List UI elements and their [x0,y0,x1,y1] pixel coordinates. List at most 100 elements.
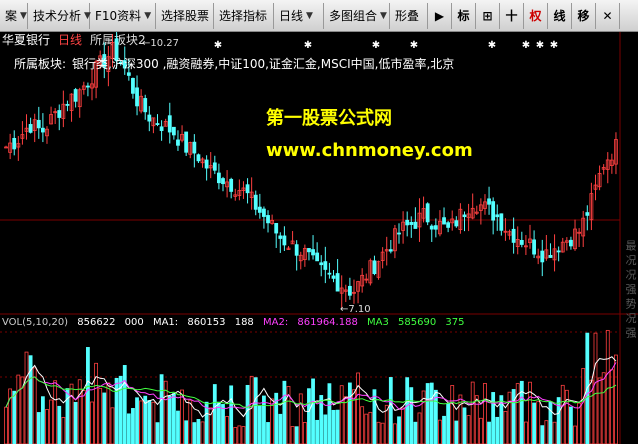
volume-value-suffix: 000 [124,317,144,328]
candle-body [257,206,262,213]
volume-bar [597,377,602,444]
candle-body [196,154,201,162]
candle-body [331,275,336,279]
candlestick-chart[interactable]: ✱ ✱ ✱ ✱ ✱ ✱ ✱ ✱ [0,32,638,444]
ma2-value: 861964.188 [297,317,358,328]
volume-bar [196,419,201,444]
volume-bar [438,419,442,444]
candle-body [135,87,139,107]
volume-bar [478,417,483,444]
candle-body [28,124,33,133]
candle-body [556,250,561,253]
toolbar-item-3[interactable]: 选择股票 [156,2,214,29]
volume-bar [24,351,29,444]
candle-body [131,77,135,94]
volume-bar [253,377,258,444]
candle-body [253,194,258,210]
volume-bar [45,409,49,444]
volume-bar [470,381,475,444]
volume-bar [609,369,614,444]
candle-body [126,72,131,76]
toolbar-item-7[interactable]: 形叠 [390,2,428,29]
volume-bar [462,407,467,444]
volume-bar [376,421,381,444]
volume-bar [49,399,53,444]
candle-body [405,219,410,226]
candle-body [171,126,176,136]
play-button[interactable]: ▶ [428,2,452,29]
volume-bar [61,417,66,444]
rights-button[interactable]: 权 [524,2,548,29]
volume-bar [86,347,90,444]
volume-bar [65,388,70,444]
volume-bar [241,426,246,444]
volume-bar [155,422,160,444]
event-star-icon: ✱ [488,40,496,51]
candle-body [184,131,189,153]
candle-body [519,239,524,245]
volume-bar [339,385,344,444]
volume-bar [491,392,496,444]
grid-button[interactable]: ⊞ [476,2,500,29]
volume-bar [298,393,303,444]
crosshair-button[interactable]: 十 [500,2,524,29]
candle-body [12,137,17,150]
candle-body [192,141,197,154]
volume-bar [405,377,410,444]
candle-body [388,249,393,252]
volume-bar [73,401,78,444]
toolbar-item-label: 形叠 [395,9,420,23]
volume-header: VOL(5,10,20) 856622 000 MA1: 860153 188 … [2,317,471,328]
volume-bar [536,401,541,444]
candle-body [409,221,414,225]
caret-down-icon: ▼ [380,10,387,21]
ma1-suffix: 188 [234,317,254,328]
volume-bar [139,400,144,444]
toolbar-item-2[interactable]: F10资料 ▼ [90,2,156,29]
volume-bar [53,380,58,444]
ma3-suffix: 375 [445,317,465,328]
volume-bar [372,389,377,444]
volume-value: 856622 [77,317,116,328]
event-star-icon: ✱ [410,40,418,51]
volume-bar [548,401,553,444]
toolbar-item-label: 技术分析 [33,9,82,23]
mark-button[interactable]: 标 [452,2,476,29]
volume-bar [266,422,270,444]
event-star-icon: ✱ [304,40,312,51]
volume-bar [524,421,528,444]
line-button[interactable]: 线 [548,2,572,29]
volume-bar [212,384,217,444]
volume-bar [110,407,115,444]
volume-bar [569,406,573,444]
close-button[interactable]: ✕ [596,2,620,29]
candle-body [315,252,320,262]
volume-bar [335,409,340,444]
volume-bar [114,377,119,444]
toolbar-item-4[interactable]: 选择指标 [214,2,274,29]
volume-bar [401,407,406,444]
candle-body [413,221,418,229]
ma1-value: 860153 [187,317,226,328]
toolbar-item-5[interactable]: 日线 ▼ [274,2,324,29]
volume-bar [593,332,598,444]
candle-body [57,110,62,118]
volume-bar [131,408,135,444]
volume-bar [388,377,393,444]
candle-body [266,215,270,224]
toolbar-item-label: 选择指标 [219,9,268,23]
volume-bar [98,387,103,444]
volume-bar [192,422,197,444]
candle-body [278,235,283,239]
toolbar-item-6[interactable]: 多图组合 ▼ [324,2,390,29]
volume-label: VOL(5,10,20) [2,317,69,328]
caret-down-icon: ▼ [144,10,152,21]
move-button[interactable]: 移 [572,2,596,29]
toolbar-item-0[interactable]: 案 ▼ [0,2,28,29]
toolbar-item-1[interactable]: 技术分析 ▼ [28,2,91,29]
candle-body [65,104,70,106]
volume-bar [69,383,74,444]
candle-body [307,248,311,253]
candle-body [442,217,446,225]
volume-bar [159,374,164,444]
